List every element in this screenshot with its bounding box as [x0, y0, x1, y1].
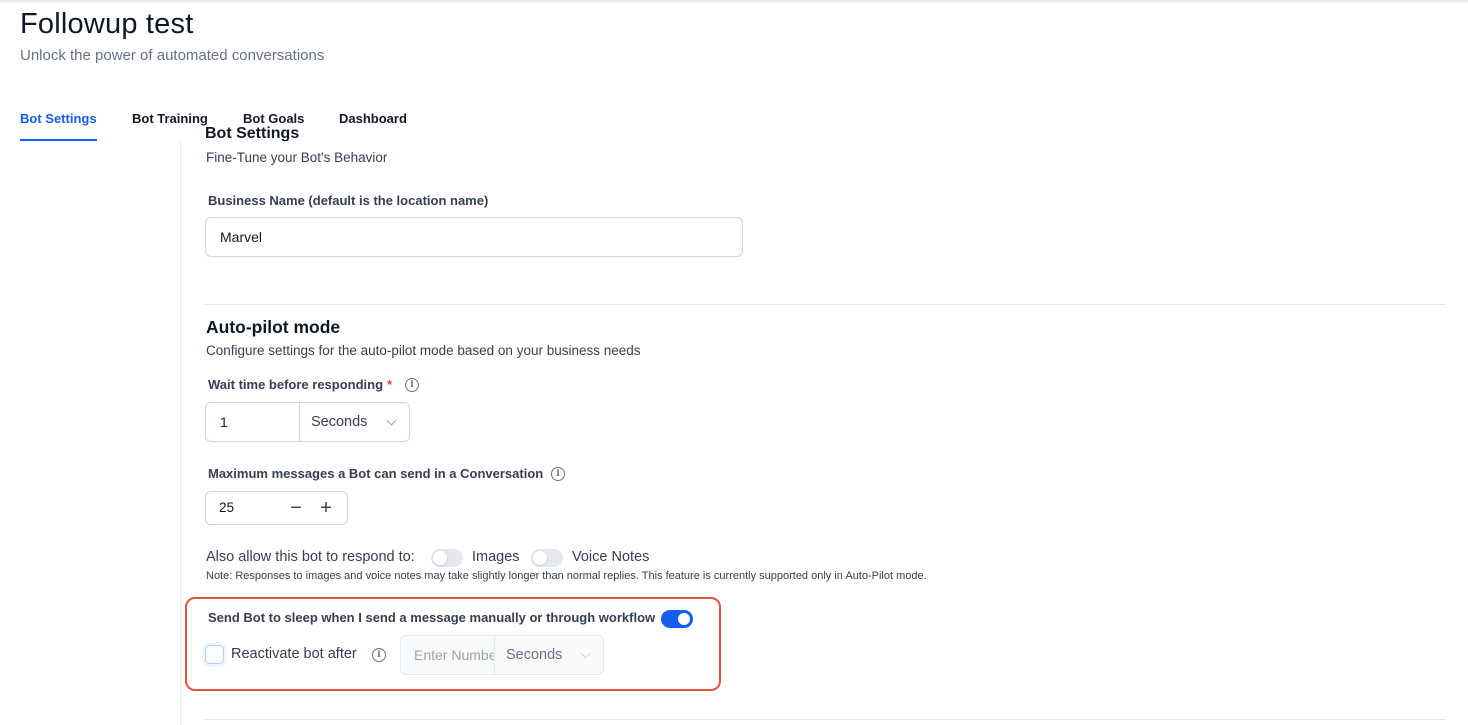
- wait-time-unit-value: Seconds: [311, 414, 368, 430]
- wait-time-label-text: Wait time before responding: [208, 377, 384, 392]
- images-label: Images: [472, 549, 520, 565]
- info-circle-icon[interactable]: i: [405, 378, 419, 392]
- business-name-input[interactable]: Marvel: [205, 217, 743, 257]
- sleep-toggle[interactable]: [661, 610, 693, 628]
- voice-notes-toggle[interactable]: [531, 549, 563, 567]
- auto-pilot-description: Configure settings for the auto-pilot mo…: [206, 343, 641, 358]
- info-circle-icon[interactable]: i: [372, 648, 386, 662]
- reactivate-unit-value: Seconds: [506, 647, 563, 663]
- required-marker: *: [387, 377, 393, 392]
- respond-to-label: Also allow this bot to respond to:: [206, 549, 415, 565]
- wait-time-combo: 1 Seconds: [205, 402, 410, 442]
- images-toggle[interactable]: [431, 549, 463, 567]
- reactivate-number-input[interactable]: Enter Number: [401, 636, 495, 674]
- reactivate-checkbox[interactable]: [205, 645, 224, 664]
- reactivate-combo: Enter Number Seconds: [400, 635, 604, 675]
- chevron-down-icon: [386, 415, 397, 426]
- tab-bot-training[interactable]: Bot Training: [132, 111, 208, 141]
- voice-notes-label: Voice Notes: [572, 549, 650, 565]
- section-description: Fine-Tune your Bot's Behavior: [206, 150, 388, 165]
- max-messages-label: Maximum messages a Bot can send in a Con…: [208, 466, 544, 481]
- wait-time-unit-select[interactable]: Seconds: [300, 403, 409, 441]
- chevron-down-icon: [580, 648, 591, 659]
- section-divider-bottom: [205, 719, 1446, 720]
- page-title: Followup test: [20, 8, 194, 40]
- auto-pilot-title: Auto-pilot mode: [206, 317, 341, 337]
- respond-to-note: Note: Responses to images and voice note…: [206, 570, 927, 582]
- max-messages-stepper: 25 − +: [205, 491, 348, 525]
- page-subtitle: Unlock the power of automated conversati…: [20, 47, 325, 64]
- section-heading-partial: Bot Settings: [205, 121, 425, 141]
- increment-button[interactable]: +: [313, 494, 339, 522]
- wait-time-input[interactable]: 1: [206, 403, 300, 441]
- sleep-label: Send Bot to sleep when I send a message …: [208, 610, 656, 625]
- reactivate-label: Reactivate bot after: [231, 646, 357, 662]
- section-heading-text: Bot Settings: [205, 125, 300, 141]
- section-divider: [205, 304, 1446, 305]
- tab-bot-settings[interactable]: Bot Settings: [20, 111, 97, 141]
- business-name-label: Business Name (default is the location n…: [208, 193, 489, 208]
- content-left-border: [180, 141, 181, 725]
- decrement-button[interactable]: −: [283, 494, 309, 522]
- reactivate-unit-select[interactable]: Seconds: [495, 636, 603, 674]
- top-bar-shadow: [0, 0, 1468, 4]
- max-messages-value[interactable]: 25: [219, 500, 234, 515]
- info-circle-icon[interactable]: i: [551, 467, 565, 481]
- wait-time-label: Wait time before responding *: [208, 377, 392, 392]
